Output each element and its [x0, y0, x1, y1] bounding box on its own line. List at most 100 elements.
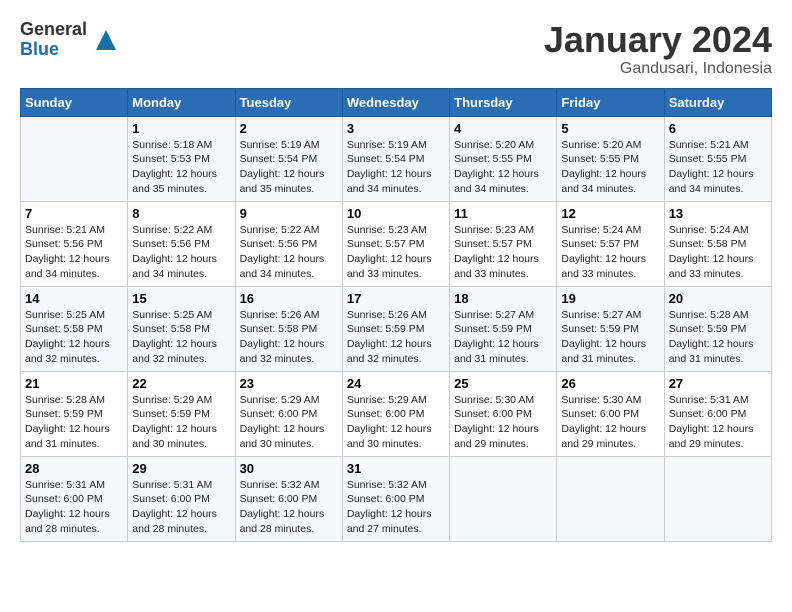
cell-info: Sunrise: 5:26 AM Sunset: 5:59 PM Dayligh… [347, 308, 445, 367]
cell-info: Sunrise: 5:32 AM Sunset: 6:00 PM Dayligh… [240, 478, 338, 537]
calendar-cell [21, 116, 128, 201]
calendar-cell: 20Sunrise: 5:28 AM Sunset: 5:59 PM Dayli… [664, 286, 771, 371]
cell-info: Sunrise: 5:26 AM Sunset: 5:58 PM Dayligh… [240, 308, 338, 367]
day-number: 23 [240, 376, 338, 391]
cell-info: Sunrise: 5:24 AM Sunset: 5:57 PM Dayligh… [561, 223, 659, 282]
day-number: 8 [132, 206, 230, 221]
day-number: 3 [347, 121, 445, 136]
day-number: 18 [454, 291, 552, 306]
day-number: 1 [132, 121, 230, 136]
day-number: 17 [347, 291, 445, 306]
weekday-header-sunday: Sunday [21, 88, 128, 116]
calendar-cell: 13 Sunrise: 5:24 AM Sunset: 5:58 PM Dayli… [664, 201, 771, 286]
calendar-cell [664, 456, 771, 541]
calendar-week-row: 14 Sunrise: 5:25 AM Sunset: 5:58 PM Dayli… [21, 286, 772, 371]
location-subtitle: Gandusari, Indonesia [544, 60, 772, 78]
calendar-week-row: 7 Sunrise: 5:21 AM Sunset: 5:56 PM Daylig… [21, 201, 772, 286]
calendar-cell: 8 Sunrise: 5:22 AM Sunset: 5:56 PM Daylig… [128, 201, 235, 286]
cell-info: Sunrise: 5:29 AM Sunset: 6:00 PM Dayligh… [347, 393, 445, 452]
weekday-header-monday: Monday [128, 88, 235, 116]
day-number: 14 [25, 291, 123, 306]
day-number: 21 [25, 376, 123, 391]
page-header: General Blue January 2024 Gandusari, Ind… [20, 20, 772, 78]
day-number: 11 [454, 206, 552, 221]
cell-info: Sunrise: 5:23 AM Sunset: 5:57 PM Dayligh… [454, 223, 552, 282]
cell-info: Sunrise: 5:22 AM Sunset: 5:56 PM Dayligh… [240, 223, 338, 282]
cell-info: Sunrise: 5:20 AM Sunset: 5:55 PM Dayligh… [454, 138, 552, 197]
cell-info: Sunrise: 5:20 AM Sunset: 5:55 PM Dayligh… [561, 138, 659, 197]
day-number: 2 [240, 121, 338, 136]
calendar-cell: 24Sunrise: 5:29 AM Sunset: 6:00 PM Dayli… [342, 371, 449, 456]
calendar-cell: 19Sunrise: 5:27 AM Sunset: 5:59 PM Dayli… [557, 286, 664, 371]
calendar-week-row: 21Sunrise: 5:28 AM Sunset: 5:59 PM Dayli… [21, 371, 772, 456]
cell-info: Sunrise: 5:23 AM Sunset: 5:57 PM Dayligh… [347, 223, 445, 282]
weekday-header-tuesday: Tuesday [235, 88, 342, 116]
month-title: January 2024 [544, 20, 772, 60]
calendar-week-row: 1Sunrise: 5:18 AM Sunset: 5:53 PM Daylig… [21, 116, 772, 201]
weekday-header-wednesday: Wednesday [342, 88, 449, 116]
day-number: 9 [240, 206, 338, 221]
calendar-cell: 28Sunrise: 5:31 AM Sunset: 6:00 PM Dayli… [21, 456, 128, 541]
day-number: 7 [25, 206, 123, 221]
day-number: 22 [132, 376, 230, 391]
weekday-header-thursday: Thursday [450, 88, 557, 116]
calendar-cell: 6 Sunrise: 5:21 AM Sunset: 5:55 PM Daylig… [664, 116, 771, 201]
logo-blue-text: Blue [20, 40, 87, 60]
cell-info: Sunrise: 5:22 AM Sunset: 5:56 PM Dayligh… [132, 223, 230, 282]
cell-info: Sunrise: 5:27 AM Sunset: 5:59 PM Dayligh… [454, 308, 552, 367]
day-number: 16 [240, 291, 338, 306]
calendar-cell: 22Sunrise: 5:29 AM Sunset: 5:59 PM Dayli… [128, 371, 235, 456]
calendar-table: SundayMondayTuesdayWednesdayThursdayFrid… [20, 88, 772, 542]
calendar-week-row: 28Sunrise: 5:31 AM Sunset: 6:00 PM Dayli… [21, 456, 772, 541]
day-number: 13 [669, 206, 767, 221]
cell-info: Sunrise: 5:30 AM Sunset: 6:00 PM Dayligh… [561, 393, 659, 452]
cell-info: Sunrise: 5:21 AM Sunset: 5:56 PM Dayligh… [25, 223, 123, 282]
logo-icon [91, 25, 121, 55]
cell-info: Sunrise: 5:28 AM Sunset: 5:59 PM Dayligh… [669, 308, 767, 367]
weekday-header-row: SundayMondayTuesdayWednesdayThursdayFrid… [21, 88, 772, 116]
day-number: 29 [132, 461, 230, 476]
calendar-cell [450, 456, 557, 541]
logo: General Blue [20, 20, 121, 60]
cell-info: Sunrise: 5:21 AM Sunset: 5:55 PM Dayligh… [669, 138, 767, 197]
calendar-cell: 23 Sunrise: 5:29 AM Sunset: 6:00 PM Dayli… [235, 371, 342, 456]
day-number: 10 [347, 206, 445, 221]
calendar-cell: 31 Sunrise: 5:32 AM Sunset: 6:00 PM Dayli… [342, 456, 449, 541]
calendar-cell: 9 Sunrise: 5:22 AM Sunset: 5:56 PM Daylig… [235, 201, 342, 286]
cell-info: Sunrise: 5:24 AM Sunset: 5:58 PM Dayligh… [669, 223, 767, 282]
calendar-cell: 16 Sunrise: 5:26 AM Sunset: 5:58 PM Dayli… [235, 286, 342, 371]
calendar-cell: 1Sunrise: 5:18 AM Sunset: 5:53 PM Daylig… [128, 116, 235, 201]
day-number: 26 [561, 376, 659, 391]
calendar-cell: 29Sunrise: 5:31 AM Sunset: 6:00 PM Dayli… [128, 456, 235, 541]
cell-info: Sunrise: 5:29 AM Sunset: 6:00 PM Dayligh… [240, 393, 338, 452]
calendar-cell: 15Sunrise: 5:25 AM Sunset: 5:58 PM Dayli… [128, 286, 235, 371]
calendar-cell: 2 Sunrise: 5:19 AM Sunset: 5:54 PM Daylig… [235, 116, 342, 201]
calendar-cell: 10 Sunrise: 5:23 AM Sunset: 5:57 PM Dayli… [342, 201, 449, 286]
cell-info: Sunrise: 5:30 AM Sunset: 6:00 PM Dayligh… [454, 393, 552, 452]
cell-info: Sunrise: 5:27 AM Sunset: 5:59 PM Dayligh… [561, 308, 659, 367]
cell-info: Sunrise: 5:25 AM Sunset: 5:58 PM Dayligh… [132, 308, 230, 367]
logo-general-text: General [20, 20, 87, 40]
calendar-cell: 27Sunrise: 5:31 AM Sunset: 6:00 PM Dayli… [664, 371, 771, 456]
cell-info: Sunrise: 5:25 AM Sunset: 5:58 PM Dayligh… [25, 308, 123, 367]
calendar-cell: 17 Sunrise: 5:26 AM Sunset: 5:59 PM Dayli… [342, 286, 449, 371]
day-number: 6 [669, 121, 767, 136]
cell-info: Sunrise: 5:19 AM Sunset: 5:54 PM Dayligh… [240, 138, 338, 197]
cell-info: Sunrise: 5:31 AM Sunset: 6:00 PM Dayligh… [669, 393, 767, 452]
day-number: 5 [561, 121, 659, 136]
day-number: 30 [240, 461, 338, 476]
day-number: 25 [454, 376, 552, 391]
calendar-cell: 5 Sunrise: 5:20 AM Sunset: 5:55 PM Daylig… [557, 116, 664, 201]
calendar-cell: 18 Sunrise: 5:27 AM Sunset: 5:59 PM Dayli… [450, 286, 557, 371]
title-area: January 2024 Gandusari, Indonesia [544, 20, 772, 78]
calendar-cell [557, 456, 664, 541]
calendar-cell: 30 Sunrise: 5:32 AM Sunset: 6:00 PM Dayli… [235, 456, 342, 541]
calendar-cell: 3Sunrise: 5:19 AM Sunset: 5:54 PM Daylig… [342, 116, 449, 201]
calendar-cell: 12 Sunrise: 5:24 AM Sunset: 5:57 PM Dayli… [557, 201, 664, 286]
day-number: 28 [25, 461, 123, 476]
day-number: 31 [347, 461, 445, 476]
cell-info: Sunrise: 5:32 AM Sunset: 6:00 PM Dayligh… [347, 478, 445, 537]
day-number: 12 [561, 206, 659, 221]
calendar-cell: 25 Sunrise: 5:30 AM Sunset: 6:00 PM Dayli… [450, 371, 557, 456]
weekday-header-friday: Friday [557, 88, 664, 116]
